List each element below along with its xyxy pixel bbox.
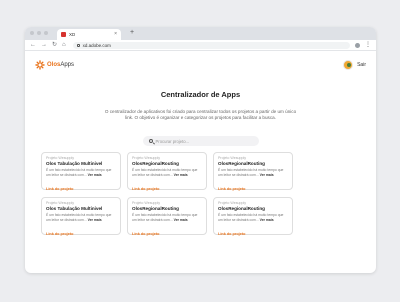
lock-icon (76, 43, 80, 47)
card-title: OlosRegionalRouting (132, 161, 179, 166)
close-window-dot[interactable] (30, 31, 34, 35)
project-card[interactable]: Projeto Wesupply OlosRegionalRouting É u… (213, 152, 293, 191)
project-link[interactable]: Link do projeto (132, 232, 159, 236)
logo-suffix: Apps (60, 62, 75, 68)
maximize-window-dot[interactable] (44, 31, 48, 35)
card-category: Projeto Wesupply (132, 201, 161, 205)
see-more-link[interactable]: Ver mais (88, 218, 102, 222)
project-card[interactable]: Projeto Wesupply Olos Tabulação Multiniv… (41, 152, 121, 191)
url-text: xd.adobe.com (82, 42, 111, 48)
card-category: Projeto Wesupply (218, 156, 247, 160)
minimize-window-dot[interactable] (37, 31, 41, 35)
see-more-link[interactable]: Ver mais (88, 173, 102, 177)
project-card[interactable]: Projeto Wesupply Olos Tabulação Multiniv… (41, 197, 121, 236)
card-category: Projeto Wesupply (132, 156, 161, 160)
user-menu[interactable]: Sair (343, 60, 366, 70)
page-title: Centralizador de Apps (160, 90, 241, 99)
hero-section: Centralizador de Apps O centralizador de… (25, 79, 376, 146)
logo-mark-icon (35, 60, 45, 70)
more-menu-icon[interactable]: ⋮ (365, 42, 371, 48)
logo[interactable]: OlosApps (35, 60, 74, 70)
plus-icon[interactable]: + (130, 29, 134, 36)
search-placeholder: Procurar projeto... (155, 138, 190, 144)
card-description: É um fato estabelecido há muito tempo qu… (218, 168, 288, 177)
search-icon (148, 139, 153, 143)
project-card[interactable]: Projeto Wesupply OlosRegionalRouting É u… (127, 197, 207, 236)
card-description: É um fato estabelecido há muito tempo qu… (132, 168, 202, 177)
card-category: Projeto Wesupply (46, 156, 75, 160)
profile-icon[interactable] (355, 42, 360, 48)
card-title: Olos Tabulação Multinivel (46, 206, 103, 211)
project-link[interactable]: Link do projeto (218, 187, 245, 191)
logo-text: OlosApps (47, 62, 74, 68)
back-arrow-icon[interactable]: ← (30, 42, 36, 48)
project-link[interactable]: Link do projeto (46, 232, 73, 236)
search-input[interactable]: Procurar projeto... (142, 136, 259, 146)
project-link[interactable]: Link do projeto (132, 187, 159, 191)
project-card[interactable]: Projeto Wesupply OlosRegionalRouting É u… (127, 152, 207, 191)
card-category: Projeto Wesupply (46, 201, 75, 205)
avatar[interactable] (343, 60, 354, 70)
card-category: Projeto Wesupply (218, 201, 247, 205)
see-more-link[interactable]: Ver mais (260, 218, 274, 222)
see-more-link[interactable]: Ver mais (174, 173, 188, 177)
close-icon[interactable]: × (114, 32, 117, 37)
browser-toolbar: ← → ↻ ⌂ xd.adobe.com ⋮ (25, 40, 376, 51)
projects-grid: Projeto Wesupply Olos Tabulação Multiniv… (41, 152, 305, 236)
card-description: É um fato estabelecido há muito tempo qu… (46, 213, 116, 222)
window-controls (30, 31, 48, 35)
forward-arrow-icon[interactable]: → (41, 42, 47, 48)
card-title: OlosRegionalRouting (218, 161, 265, 166)
see-more-link[interactable]: Ver mais (260, 173, 274, 177)
project-link[interactable]: Link do projeto (46, 187, 73, 191)
page-description: O centralizador de aplicativos foi criad… (104, 109, 297, 120)
tab-title: XD (69, 32, 76, 37)
app-header: OlosApps Sair (25, 51, 376, 79)
card-title: Olos Tabulação Multinivel (46, 161, 103, 166)
reload-icon[interactable]: ↻ (52, 42, 57, 48)
card-title: OlosRegionalRouting (218, 206, 265, 211)
card-description: É um fato estabelecido há muito tempo qu… (132, 213, 202, 222)
favicon-icon (61, 32, 66, 37)
project-card[interactable]: Projeto Wesupply OlosRegionalRouting É u… (213, 197, 293, 236)
browser-tab[interactable]: XD × (57, 29, 121, 40)
logout-link[interactable]: Sair (357, 62, 366, 68)
see-more-link[interactable]: Ver mais (174, 218, 188, 222)
card-description: É um fato estabelecido há muito tempo qu… (46, 168, 116, 177)
logo-prefix: Olos (47, 62, 61, 68)
project-link[interactable]: Link do projeto (218, 232, 245, 236)
tab-strip: XD × + (25, 27, 376, 40)
card-title: OlosRegionalRouting (132, 206, 179, 211)
home-icon[interactable]: ⌂ (62, 42, 66, 48)
address-bar[interactable]: xd.adobe.com (72, 41, 351, 49)
card-description: É um fato estabelecido há muito tempo qu… (218, 213, 288, 222)
